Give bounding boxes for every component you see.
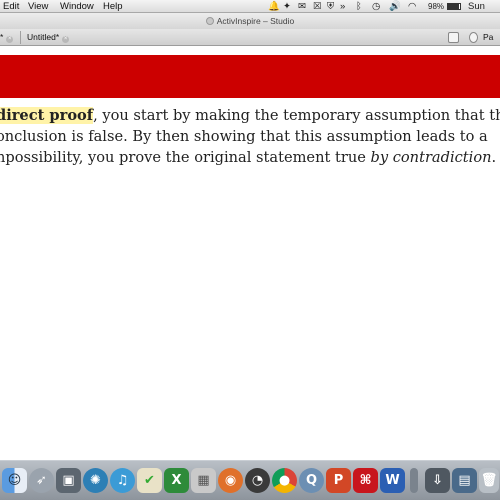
text-segment: . — [491, 149, 497, 166]
acrobat-icon[interactable]: ⌘ — [353, 468, 378, 493]
dock-separator — [410, 468, 418, 493]
text-segment: , you start by making the temporary assu… — [93, 107, 500, 124]
calculator-icon[interactable]: ▦ — [191, 468, 216, 493]
word-icon[interactable]: W — [380, 468, 405, 493]
tab-label: Untitled* — [27, 32, 60, 42]
flipchart-canvas[interactable]: direct proof, you start by making the te… — [0, 46, 500, 460]
shield-icon[interactable]: ⛨ — [327, 0, 334, 13]
menu-bar: Edit View Window Help 🔔 ✦ ✉ ☒ ⛨ » ᛒ ◷ 🔊 … — [0, 0, 500, 25]
text-segment: npossibility, you prove the original sta… — [0, 149, 371, 166]
close-tab-icon[interactable]: × — [62, 36, 70, 43]
mail-icon[interactable]: ✉ — [298, 0, 306, 13]
chrome-icon[interactable]: ● — [272, 468, 297, 493]
tab-label: * — [0, 32, 4, 42]
window-title-bar: ActivInspire – Studio — [0, 13, 500, 29]
tab-untitled[interactable]: Untitled* × — [27, 31, 70, 44]
checklist-icon[interactable]: ✔ — [137, 468, 162, 493]
menu-window[interactable]: Window — [60, 0, 94, 13]
text-line-1: direct proof, you start by making the te… — [0, 105, 500, 126]
red-header-banner — [0, 55, 500, 98]
powerpoint-icon[interactable]: P — [326, 468, 351, 493]
battery-icon[interactable] — [447, 3, 461, 10]
close-tab-icon[interactable]: × — [6, 36, 14, 43]
excel-icon[interactable]: X — [164, 468, 189, 493]
pages-icon[interactable] — [469, 32, 478, 43]
window-title: ActivInspire – Studio — [216, 16, 295, 26]
tab-previous-document[interactable]: * × — [0, 31, 14, 44]
dropbox-icon[interactable]: ✦ — [283, 0, 291, 13]
battery-percent[interactable]: 98% — [428, 0, 444, 13]
clock-icon[interactable]: ◷ — [372, 0, 380, 13]
volume-icon[interactable]: 🔊 — [389, 0, 401, 13]
close-box-icon[interactable]: ☒ — [313, 0, 322, 13]
text-line-2: onclusion is false. By then showing that… — [0, 128, 488, 145]
network-icon[interactable]: ✺ — [83, 468, 108, 493]
quicktime-icon[interactable]: Q — [299, 468, 324, 493]
text-line-3: npossibility, you prove the original sta… — [0, 147, 500, 168]
preview-icon[interactable]: ▣ — [56, 468, 81, 493]
document-tab-bar: * × Untitled* × Pa — [0, 29, 500, 46]
dashboard-icon[interactable]: ◔ — [245, 468, 270, 493]
proof-text-block: direct proof, you start by making the te… — [0, 105, 500, 168]
tab-divider — [20, 31, 21, 44]
trash-icon[interactable]: 🗑 — [479, 468, 499, 493]
menu-edit[interactable]: Edit — [3, 0, 19, 13]
dock: ☺ ➶ ▣ ✺ ♫ ✔ X ▦ ◉ ◔ ● Q P ⌘ W ⇩ ▤ 🗑 — [0, 460, 500, 500]
menu-help[interactable]: Help — [103, 0, 123, 13]
downloads-stack-icon[interactable]: ⇩ — [425, 468, 450, 493]
italic-term: by contradiction — [370, 149, 492, 166]
page-view-icon[interactable] — [448, 32, 459, 43]
wifi-icon[interactable]: ◠ — [408, 0, 416, 13]
fast-forward-icon[interactable]: » — [340, 0, 345, 13]
rocket-icon[interactable]: ➶ — [29, 468, 54, 493]
highlighted-term: direct proof — [0, 107, 94, 124]
activinspire-app-icon — [205, 17, 214, 25]
itunes-icon[interactable]: ♫ — [110, 468, 135, 493]
menu-view[interactable]: View — [28, 0, 48, 13]
folder-stack-icon[interactable]: ▤ — [452, 468, 477, 493]
toolbar-pa-label[interactable]: Pa — [483, 31, 493, 44]
bell-icon[interactable]: 🔔 — [268, 0, 280, 13]
finder-icon[interactable]: ☺ — [2, 468, 27, 493]
bluetooth-icon[interactable]: ᛒ — [356, 0, 362, 13]
firefox-icon[interactable]: ◉ — [218, 468, 243, 493]
